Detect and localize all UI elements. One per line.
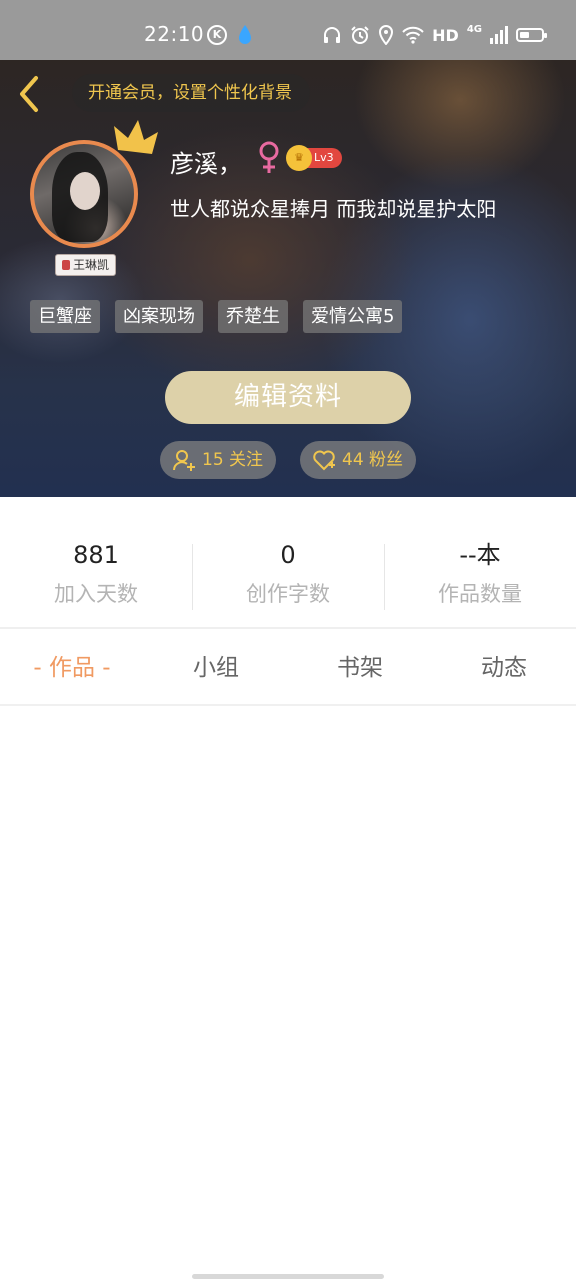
tag-item[interactable]: 爱情公寓5 [303, 300, 403, 333]
stat-label: 创作字数 [246, 582, 330, 606]
fans-label: 44 粉丝 [342, 450, 404, 470]
signal-icon [490, 26, 508, 44]
tab-groups[interactable]: 小组 [144, 640, 288, 696]
alarm-icon [351, 26, 369, 44]
divider [0, 627, 576, 629]
fan-tag[interactable]: 王琳凯 [55, 254, 117, 276]
back-icon[interactable] [14, 74, 46, 114]
stat-value: 881 [73, 541, 119, 569]
fan-tag-icon [62, 260, 70, 270]
signal-type-label: 4G [466, 23, 482, 35]
female-icon [259, 141, 279, 173]
battery-icon [516, 28, 547, 42]
fans-button[interactable]: 44 粉丝 [300, 441, 416, 479]
headphone-icon [324, 27, 341, 43]
add-user-icon [173, 450, 195, 471]
status-bar: 22:10 K HD 4G [0, 0, 576, 60]
crown-icon [114, 120, 158, 154]
status-icons: HD 4G [322, 22, 547, 48]
stats-row: 881 加入天数 0 创作字数 --本 作品数量 [0, 540, 576, 612]
drop-icon [239, 25, 251, 44]
divider [0, 704, 576, 706]
username: 彦溪， [170, 150, 242, 178]
tag-item[interactable]: 乔楚生 [218, 300, 288, 333]
level-crown-icon: ♛ [286, 145, 312, 171]
interest-tags: 巨蟹座 凶案现场 乔楚生 爱情公寓5 [30, 300, 403, 333]
following-label: 15 关注 [202, 450, 264, 470]
tab-bookshelf[interactable]: 书架 [288, 640, 432, 696]
edit-profile-button[interactable]: 编辑资料 [165, 371, 411, 424]
tab-works[interactable]: - 作品 - [0, 640, 144, 696]
profile-header: 开通会员，设置个性化背景 王琳凯 彦溪， ♛ Lv3 世人都说众星捧月 而我却说… [0, 60, 576, 497]
vip-banner[interactable]: 开通会员，设置个性化背景 [72, 74, 310, 112]
following-button[interactable]: 15 关注 [160, 441, 276, 479]
stat-label: 作品数量 [438, 582, 522, 606]
tab-activity[interactable]: 动态 [432, 640, 576, 696]
level-text: Lv3 [314, 151, 334, 164]
stat-word-count: 0 创作字数 [192, 540, 384, 612]
k-icon: K [207, 25, 227, 45]
location-icon [379, 25, 394, 45]
fan-tag-label: 王琳凯 [73, 258, 110, 272]
bio: 世人都说众星捧月 而我却说星护太阳 [170, 197, 497, 221]
wifi-icon [402, 26, 424, 44]
stat-label: 加入天数 [54, 582, 138, 606]
profile-tabs: - 作品 - 小组 书架 动态 [0, 640, 576, 696]
heart-icon [313, 450, 335, 471]
hd-label: HD [432, 25, 459, 45]
tag-item[interactable]: 凶案现场 [115, 300, 203, 333]
status-time: 22:10 [144, 22, 205, 46]
tag-item[interactable]: 巨蟹座 [30, 300, 100, 333]
home-indicator[interactable] [192, 1274, 384, 1279]
stat-value: 0 [280, 541, 296, 569]
level-badge: ♛ Lv3 [286, 145, 342, 171]
stat-works-count: --本 作品数量 [384, 540, 576, 612]
stat-value: --本 [459, 541, 501, 569]
stat-join-days: 881 加入天数 [0, 540, 192, 612]
